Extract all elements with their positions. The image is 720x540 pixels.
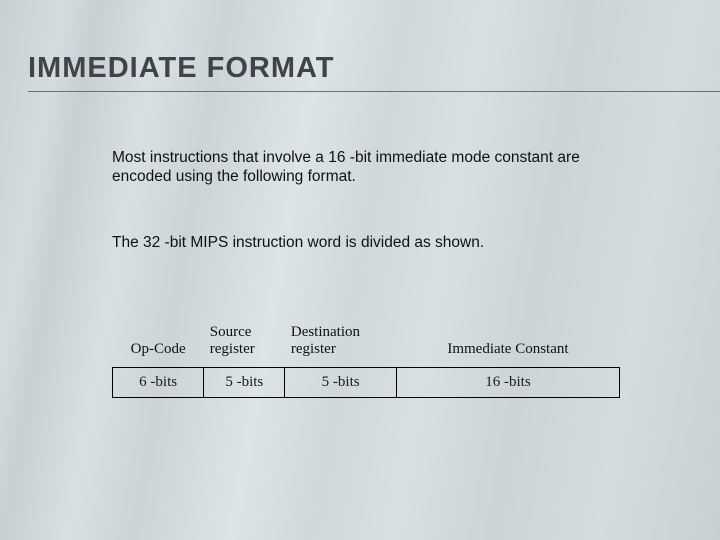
instruction-format-table: Op-Code Source register Destination regi… (112, 320, 620, 398)
header-source-register: Source register (204, 320, 285, 367)
bits-source: 5 -bits (204, 367, 285, 397)
header-destination-register: Destination register (285, 320, 397, 367)
header-immediate-constant: Immediate Constant (396, 320, 619, 367)
bits-dest: 5 -bits (285, 367, 397, 397)
table-header-row: Op-Code Source register Destination regi… (113, 320, 620, 367)
table-bits-row: 6 -bits 5 -bits 5 -bits 16 -bits (113, 367, 620, 397)
bits-opcode: 6 -bits (113, 367, 204, 397)
body-content: Most instructions that involve a 16 -bit… (112, 148, 640, 252)
slide-title: IMMEDIATE FORMAT (28, 52, 335, 85)
paragraph-intro: Most instructions that involve a 16 -bit… (112, 148, 632, 187)
header-opcode: Op-Code (113, 320, 204, 367)
bits-immediate: 16 -bits (396, 367, 619, 397)
paragraph-division: The 32 -bit MIPS instruction word is div… (112, 233, 632, 252)
title-underline (28, 91, 720, 92)
